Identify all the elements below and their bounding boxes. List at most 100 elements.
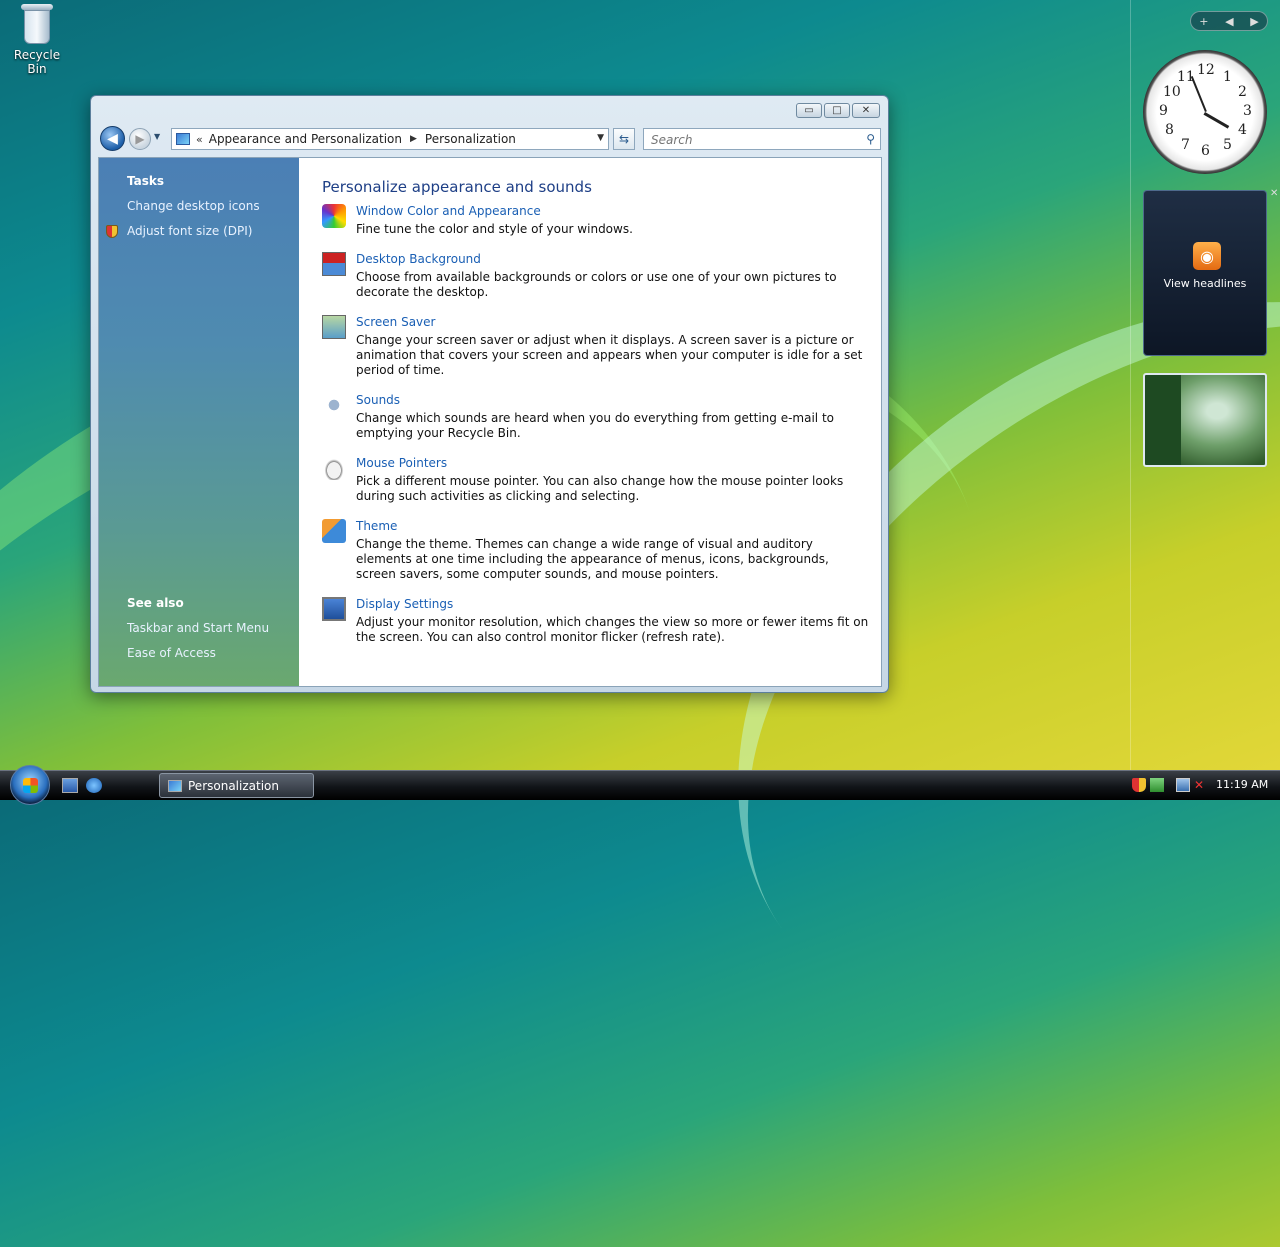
change-desktop-icons-link[interactable]: Change desktop icons: [127, 199, 260, 213]
forward-arrow-icon: ▶: [135, 132, 145, 146]
control-panel-icon: [168, 779, 182, 792]
sounds-icon[interactable]: [322, 393, 346, 417]
window-controls: ▭ □ ✕: [796, 103, 880, 118]
slideshow-gadget[interactable]: [1143, 373, 1267, 467]
page-title: Personalize appearance and sounds: [322, 178, 592, 196]
internet-explorer-icon[interactable]: [86, 778, 102, 793]
list-item: Sounds Change which sounds are heard whe…: [322, 393, 872, 441]
theme-link[interactable]: Theme: [356, 519, 872, 533]
recycle-bin-label: Recycle Bin: [13, 48, 61, 76]
list-item: Window Color and Appearance Fine tune th…: [322, 204, 872, 237]
sidebar-divider: [1130, 0, 1131, 770]
breadcrumb-appearance[interactable]: Appearance and Personalization: [209, 132, 402, 146]
window-color-icon[interactable]: [322, 204, 346, 228]
window-color-link[interactable]: Window Color and Appearance: [356, 204, 872, 218]
breadcrumb-overflow[interactable]: «: [196, 133, 203, 146]
desktop-background-icon[interactable]: [322, 252, 346, 276]
sidebar-controls: + ◀ ▶: [1190, 11, 1268, 31]
breadcrumb-personalization[interactable]: Personalization: [425, 132, 516, 146]
view-headlines-label[interactable]: View headlines: [1144, 277, 1266, 290]
maximize-button[interactable]: □: [824, 103, 850, 118]
control-panel-icon: [176, 133, 190, 145]
window-content: Tasks Change desktop icons Adjust font s…: [98, 157, 882, 687]
recycle-bin-icon: [20, 2, 54, 46]
list-item: Mouse Pointers Pick a different mouse po…: [322, 456, 872, 504]
screen-saver-description: Change your screen saver or adjust when …: [356, 333, 863, 377]
start-button[interactable]: [10, 765, 50, 805]
taskbar-button-label: Personalization: [188, 778, 279, 793]
mouse-pointers-link[interactable]: Mouse Pointers: [356, 456, 872, 470]
windows-defender-icon[interactable]: [1150, 778, 1164, 792]
main-content: Personalize appearance and sounds Window…: [322, 178, 872, 660]
see-also-heading: See also: [127, 596, 184, 610]
theme-icon[interactable]: [322, 519, 346, 543]
recycle-bin-desktop-icon[interactable]: Recycle Bin: [4, 2, 70, 76]
clock-hour-hand: [1203, 112, 1230, 129]
system-clock[interactable]: 11:19 AM: [1216, 778, 1268, 791]
theme-description: Change the theme. Themes can change a wi…: [356, 537, 829, 581]
mouse-pointers-description: Pick a different mouse pointer. You can …: [356, 474, 844, 503]
list-item: Desktop Background Choose from available…: [322, 252, 872, 300]
show-desktop-icon[interactable]: [62, 778, 78, 793]
windows-logo-icon: [23, 778, 38, 793]
display-settings-icon[interactable]: [322, 597, 346, 621]
list-item: Screen Saver Change your screen saver or…: [322, 315, 872, 378]
clock-number: 8: [1165, 122, 1174, 138]
clock-number: 9: [1159, 103, 1168, 119]
taskbar-start-menu-link[interactable]: Taskbar and Start Menu: [127, 621, 269, 635]
back-arrow-icon: ◀: [107, 130, 118, 147]
recent-pages-button[interactable]: ▼: [154, 132, 160, 141]
feed-headlines-gadget[interactable]: ◉ View headlines: [1143, 190, 1267, 356]
display-settings-description: Adjust your monitor resolution, which ch…: [356, 615, 869, 644]
search-icon[interactable]: ⚲: [866, 132, 875, 146]
add-gadget-button[interactable]: +: [1199, 15, 1208, 28]
mouse-pointers-icon[interactable]: [322, 456, 346, 480]
screen-saver-icon[interactable]: [322, 315, 346, 339]
forward-button[interactable]: ▶: [129, 128, 151, 150]
tasks-heading: Tasks: [127, 174, 165, 188]
adjust-font-size-link[interactable]: Adjust font size (DPI): [127, 224, 252, 238]
gadget-close-icon[interactable]: ✕: [1270, 188, 1278, 199]
clock-number: 12: [1197, 62, 1215, 78]
clock-number: 7: [1181, 137, 1190, 153]
breadcrumb-separator-icon[interactable]: ▶: [410, 134, 417, 144]
navigation-bar: ◀ ▶ ▼ « Appearance and Personalization ▶…: [99, 126, 881, 152]
desktop-background-link[interactable]: Desktop Background: [356, 252, 872, 266]
sounds-link[interactable]: Sounds: [356, 393, 872, 407]
back-button[interactable]: ◀: [100, 126, 125, 151]
clock-gadget[interactable]: 12 1 2 3 4 5 6 7 8 9 10 11: [1143, 50, 1267, 174]
taskbar: Personalization ✕ 11:19 AM: [0, 765, 1280, 805]
rss-feed-icon: ◉: [1193, 242, 1221, 270]
previous-page-icon[interactable]: ◀: [1225, 15, 1233, 28]
taskbar-button-personalization[interactable]: Personalization: [159, 773, 314, 798]
clock-number: 4: [1238, 122, 1247, 138]
maximize-icon: □: [832, 105, 842, 116]
close-icon: ✕: [861, 105, 871, 116]
address-dropdown-icon[interactable]: ▼: [597, 133, 604, 143]
clock-minute-hand: [1190, 76, 1207, 112]
display-settings-link[interactable]: Display Settings: [356, 597, 872, 611]
uac-shield-icon: [106, 225, 118, 238]
volume-muted-icon[interactable]: ✕: [1194, 778, 1208, 792]
minimize-icon: ▭: [804, 105, 814, 116]
close-button[interactable]: ✕: [852, 103, 880, 118]
clock-number: 3: [1243, 103, 1252, 119]
ease-of-access-link[interactable]: Ease of Access: [127, 646, 216, 660]
address-bar[interactable]: « Appearance and Personalization ▶ Perso…: [171, 128, 609, 150]
sounds-description: Change which sounds are heard when you d…: [356, 411, 834, 440]
search-input[interactable]: [649, 130, 853, 150]
clock-number: 2: [1238, 84, 1247, 100]
network-icon[interactable]: [1176, 778, 1190, 792]
clock-number: 5: [1223, 137, 1232, 153]
clock-number: 10: [1163, 84, 1181, 100]
security-shield-icon[interactable]: [1132, 778, 1146, 792]
screen-saver-link[interactable]: Screen Saver: [356, 315, 872, 329]
refresh-button[interactable]: ⇆: [613, 128, 635, 150]
search-box: ⚲: [643, 128, 881, 150]
next-page-icon[interactable]: ▶: [1250, 15, 1258, 28]
clock-number: 1: [1223, 69, 1232, 85]
list-item: Theme Change the theme. Themes can chang…: [322, 519, 872, 582]
list-item: Display Settings Adjust your monitor res…: [322, 597, 872, 645]
minimize-button[interactable]: ▭: [796, 103, 822, 118]
chevron-down-icon: ▼: [154, 132, 161, 141]
